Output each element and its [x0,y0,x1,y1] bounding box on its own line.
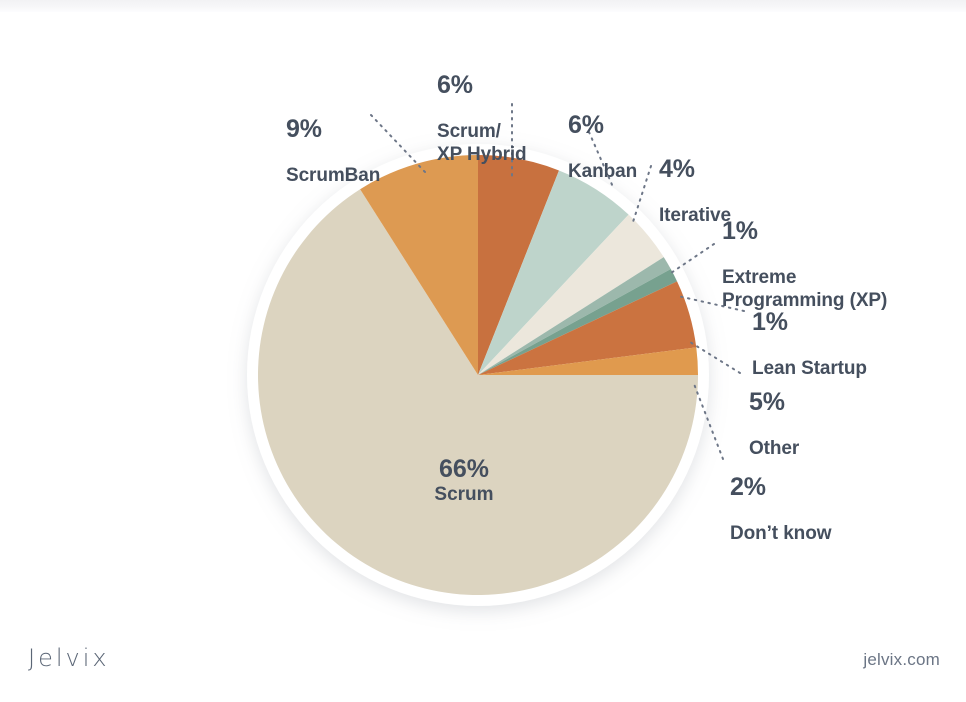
pie-chart [243,140,713,610]
label-hybrid: 6% Scrum/ XP Hybrid [437,50,527,185]
label-dontknow-percent: 2% [730,472,766,501]
pie-chart-svg [247,144,709,606]
jelvix-website[interactable]: jelvix.com [863,650,940,670]
label-kanban-name: Kanban [568,160,638,182]
slide-canvas: 9% ScrumBan 6% Scrum/ XP Hybrid 6% Kanba… [0,12,966,702]
label-xp-percent: 1% [722,216,758,245]
pie-slices-group [257,155,698,596]
top-gradient-strip [0,0,966,12]
label-kanban: 6% Kanban [568,90,637,202]
label-dontknow-name: Don’t know [730,522,832,544]
label-scrumban-percent: 9% [286,114,322,143]
label-kanban-percent: 6% [568,110,604,139]
label-scrumban: 9% ScrumBan [286,94,380,206]
label-iterative-name: Iterative [659,204,731,226]
label-hybrid-percent: 6% [437,70,473,99]
label-scrumban-name: ScrumBan [286,164,381,186]
label-hybrid-name: Scrum/ XP Hybrid [437,120,527,165]
label-scrum-name: Scrum [434,484,494,505]
label-dont-know: 2% Don’t know [730,452,831,564]
label-other-percent: 5% [749,387,785,416]
label-lean-percent: 1% [752,307,788,336]
label-scrum-percent: 66% [438,455,490,483]
label-scrum: 66% Scrum [404,455,524,506]
jelvix-logo: Jelvix [28,644,110,672]
label-iterative: 4% Iterative [659,134,731,246]
label-iterative-percent: 4% [659,154,695,183]
